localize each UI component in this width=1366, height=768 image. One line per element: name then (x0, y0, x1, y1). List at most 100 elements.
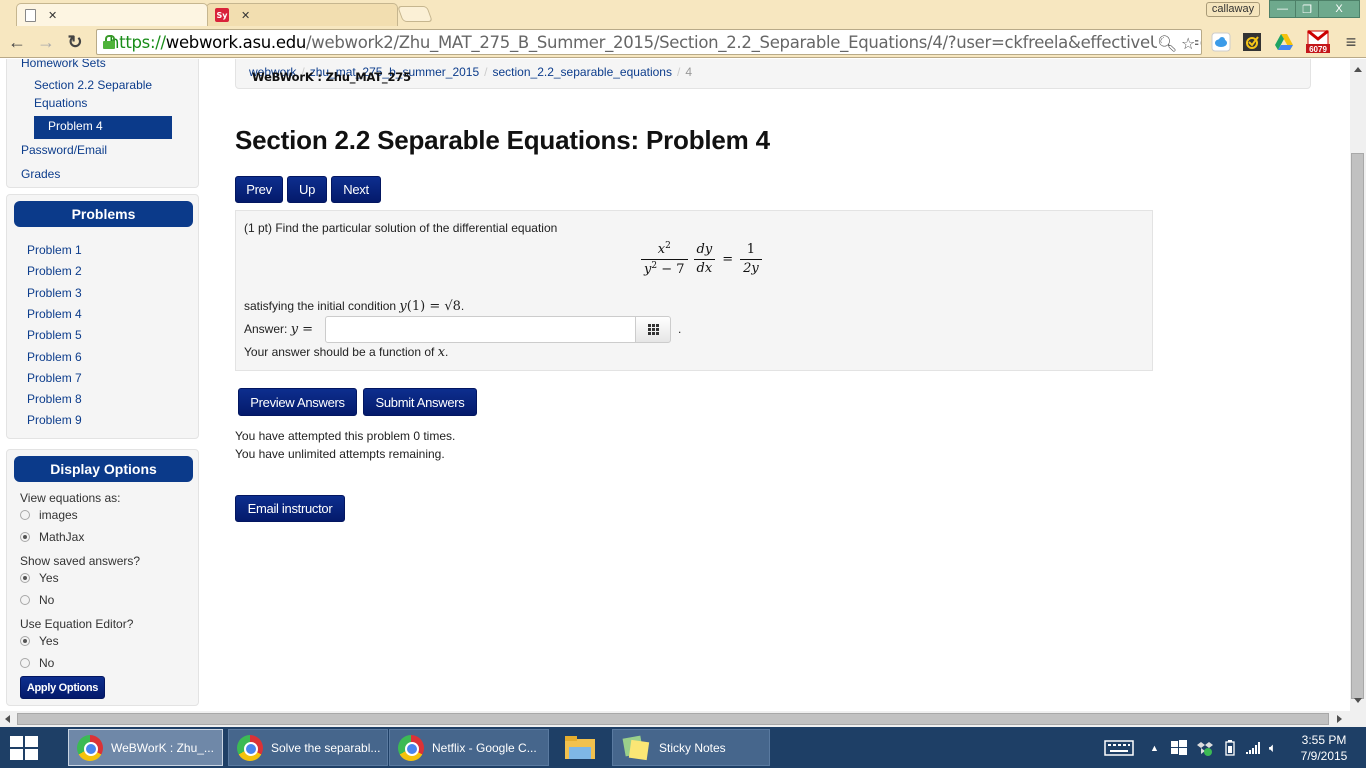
email-instructor-button[interactable]: Email instructor (235, 495, 345, 522)
preview-answers-button[interactable]: Preview Answers (238, 388, 357, 416)
close-window-button[interactable]: X (1318, 0, 1360, 18)
radio-equation-editor-yes[interactable]: Yes (20, 634, 59, 648)
radio-show-saved-no[interactable]: No (20, 593, 54, 607)
profile-button[interactable]: callaway (1206, 2, 1260, 17)
omnibox-actions: 🔍︎ ☆ (1156, 34, 1195, 53)
gmail-badge: 6079 (1309, 45, 1327, 54)
problem-link-4[interactable]: Problem 4 (27, 307, 82, 321)
back-button[interactable]: ← (6, 31, 28, 53)
prev-button[interactable]: Prev (235, 176, 283, 203)
answer-input[interactable] (325, 316, 636, 343)
scroll-up-arrow-icon[interactable] (1354, 67, 1362, 72)
submit-answers-button[interactable]: Submit Answers (363, 388, 477, 416)
search-icon[interactable]: 🔍︎ (1157, 34, 1177, 53)
vertical-scroll-thumb[interactable] (1351, 153, 1364, 699)
taskbar-item-label: Sticky Notes (659, 740, 726, 755)
url-scheme: https:// (109, 32, 166, 52)
radio-button[interactable] (20, 658, 30, 668)
nav-set-section-2-2-line1[interactable]: Section 2.2 Separable (34, 78, 152, 92)
taskbar-item-solve-separable[interactable]: Solve the separabl... (228, 729, 388, 766)
view-equations-label: View equations as: (20, 491, 121, 505)
forward-button[interactable]: → (35, 31, 57, 53)
problem-link-9[interactable]: Problem 9 (27, 413, 82, 427)
scroll-left-arrow-icon[interactable] (5, 715, 10, 723)
radio-view-mathjax[interactable]: MathJax (20, 530, 84, 544)
google-drive-icon[interactable] (1274, 32, 1294, 52)
minimize-button[interactable]: — (1269, 0, 1296, 18)
nav-set-section-2-2-line2[interactable]: Equations (34, 96, 87, 110)
tab-strip: Sy Definite Integral Calculato ✕ WeBWorK… (0, 0, 1366, 84)
radio-button[interactable] (20, 636, 30, 646)
radio-view-images[interactable]: images (20, 508, 78, 522)
tab-definite-integral[interactable]: Sy Definite Integral Calculato ✕ (206, 3, 608, 84)
problem-link-1[interactable]: Problem 1 (27, 243, 82, 257)
reload-button[interactable]: ↻ (64, 31, 86, 53)
radio-button[interactable] (20, 510, 30, 520)
next-button[interactable]: Next (331, 176, 381, 203)
taskbar-item-webwork[interactable]: WeBWorK : Zhu_... (68, 729, 223, 766)
system-tray: ▲ 🔈︎ (1104, 727, 1277, 768)
restore-button[interactable]: ❐ (1295, 0, 1319, 18)
star-icon[interactable]: ☆ (1181, 34, 1195, 53)
derivative-numerator: dy (696, 242, 713, 257)
start-button[interactable] (10, 736, 38, 760)
horizontal-scroll-thumb[interactable] (17, 713, 1329, 725)
scroll-down-arrow-icon[interactable] (1354, 698, 1362, 703)
nav-homework-sets[interactable]: Homework Sets (21, 59, 106, 70)
equation-editor-button[interactable] (635, 316, 671, 343)
chrome-menu-icon[interactable]: ≡ (1341, 32, 1361, 52)
icloud-icon[interactable] (1211, 32, 1231, 52)
equation-editor-label: Use Equation Editor? (20, 617, 134, 631)
dropbox-icon[interactable] (1196, 740, 1213, 756)
address-bar[interactable]: https://webwork.asu.edu/webwork2/Zhu_MAT… (96, 29, 1202, 55)
problem-link-5[interactable]: Problem 5 (27, 328, 82, 342)
differential-equation: x2 y2 − 7 dy dx = 1 2y (638, 241, 765, 277)
nav-grades[interactable]: Grades (21, 167, 60, 181)
close-tab-icon[interactable]: ✕ (241, 9, 250, 22)
tab-title: WeBWorK : Zhu_MAT_275 (252, 70, 411, 84)
system-clock[interactable]: 3:55 PM 7/9/2015 (1292, 732, 1356, 764)
taskbar-item-file-explorer[interactable] (551, 729, 607, 766)
breadcrumb-current: 4 (685, 65, 693, 79)
windows-update-icon[interactable] (1170, 739, 1187, 756)
network-signal-icon[interactable] (1245, 741, 1261, 755)
problem-link-3[interactable]: Problem 3 (27, 286, 82, 300)
show-hidden-icons-icon[interactable]: ▲ (1150, 743, 1159, 753)
browser-frame: Sy Definite Integral Calculato ✕ WeBWorK… (0, 0, 1366, 84)
norton-icon[interactable] (1242, 32, 1262, 52)
close-tab-icon[interactable]: ✕ (48, 9, 57, 22)
problem-link-7[interactable]: Problem 7 (27, 371, 82, 385)
taskbar-item-sticky-notes[interactable]: Sticky Notes (612, 729, 770, 766)
problem-link-2[interactable]: Problem 2 (27, 264, 82, 278)
problem-link-8[interactable]: Problem 8 (27, 392, 82, 406)
tab-webwork[interactable]: WeBWorK : Zhu_MAT_275 ✕ (16, 3, 411, 84)
radio-equation-editor-no[interactable]: No (20, 656, 54, 670)
radio-button[interactable] (20, 573, 30, 583)
apply-options-button[interactable]: Apply Options (20, 676, 105, 699)
radio-button[interactable] (20, 532, 30, 542)
derivative-fraction: dy dx (693, 242, 716, 276)
radio-button[interactable] (20, 595, 30, 605)
condition-period: . (460, 299, 465, 313)
scroll-right-arrow-icon[interactable] (1337, 715, 1342, 723)
radio-label: No (39, 593, 55, 607)
horizontal-scrollbar[interactable] (0, 711, 1350, 727)
chrome-icon (398, 734, 424, 761)
battery-icon[interactable] (1225, 739, 1235, 756)
breadcrumb-set[interactable]: section_2.2_separable_equations (493, 65, 672, 79)
radio-show-saved-yes[interactable]: Yes (20, 571, 59, 585)
windows-taskbar: WeBWorK : Zhu_... Solve the separabl... … (0, 727, 1366, 768)
up-button[interactable]: Up (287, 176, 327, 203)
nav-current-problem[interactable]: Problem 4 (34, 116, 172, 139)
lhs-denominator-rest: − 7 (657, 262, 685, 277)
gmail-icon[interactable]: 6079 (1305, 30, 1331, 54)
volume-icon[interactable]: 🔈︎ (1269, 740, 1277, 756)
problem-link-6[interactable]: Problem 6 (27, 350, 82, 364)
remaining-attempts-message: You have unlimited attempts remaining. (235, 447, 445, 461)
taskbar-item-netflix[interactable]: Netflix - Google C... (389, 729, 549, 766)
page-title: Section 2.2 Separable Equations: Problem… (235, 125, 770, 155)
nav-password-email[interactable]: Password/Email (21, 143, 107, 157)
new-tab-button[interactable] (397, 6, 433, 22)
vertical-scrollbar[interactable] (1350, 59, 1366, 711)
touch-keyboard-icon[interactable] (1104, 739, 1134, 757)
